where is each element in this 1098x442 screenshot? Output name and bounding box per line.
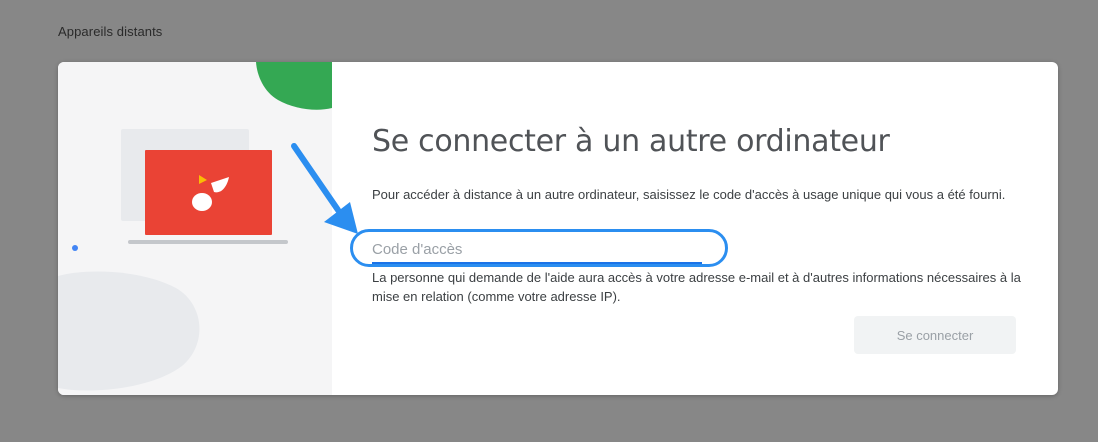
remote-desktop-laptop-illustration — [58, 62, 332, 391]
connect-dialog: Se connecter à un autre ordinateur Pour … — [58, 62, 1058, 395]
laptop-screen — [145, 150, 272, 235]
access-code-field — [372, 236, 702, 264]
gray-blob — [58, 271, 200, 391]
white-fragment-shadow — [199, 200, 209, 208]
dialog-description: Pour accéder à distance à un autre ordin… — [372, 187, 1006, 202]
laptop-base — [128, 240, 288, 244]
connect-button[interactable]: Se connecter — [854, 316, 1016, 354]
dialog-content: Se connecter à un autre ordinateur Pour … — [372, 62, 1032, 395]
remote-desktop-illustration — [58, 62, 332, 395]
section-title: Appareils distants — [58, 24, 163, 39]
green-shape — [256, 62, 332, 110]
blue-dot — [72, 245, 78, 251]
access-code-input[interactable] — [372, 236, 702, 264]
dialog-heading: Se connecter à un autre ordinateur — [372, 124, 890, 159]
privacy-hint: La personne qui demande de l'aide aura a… — [372, 270, 1021, 304]
